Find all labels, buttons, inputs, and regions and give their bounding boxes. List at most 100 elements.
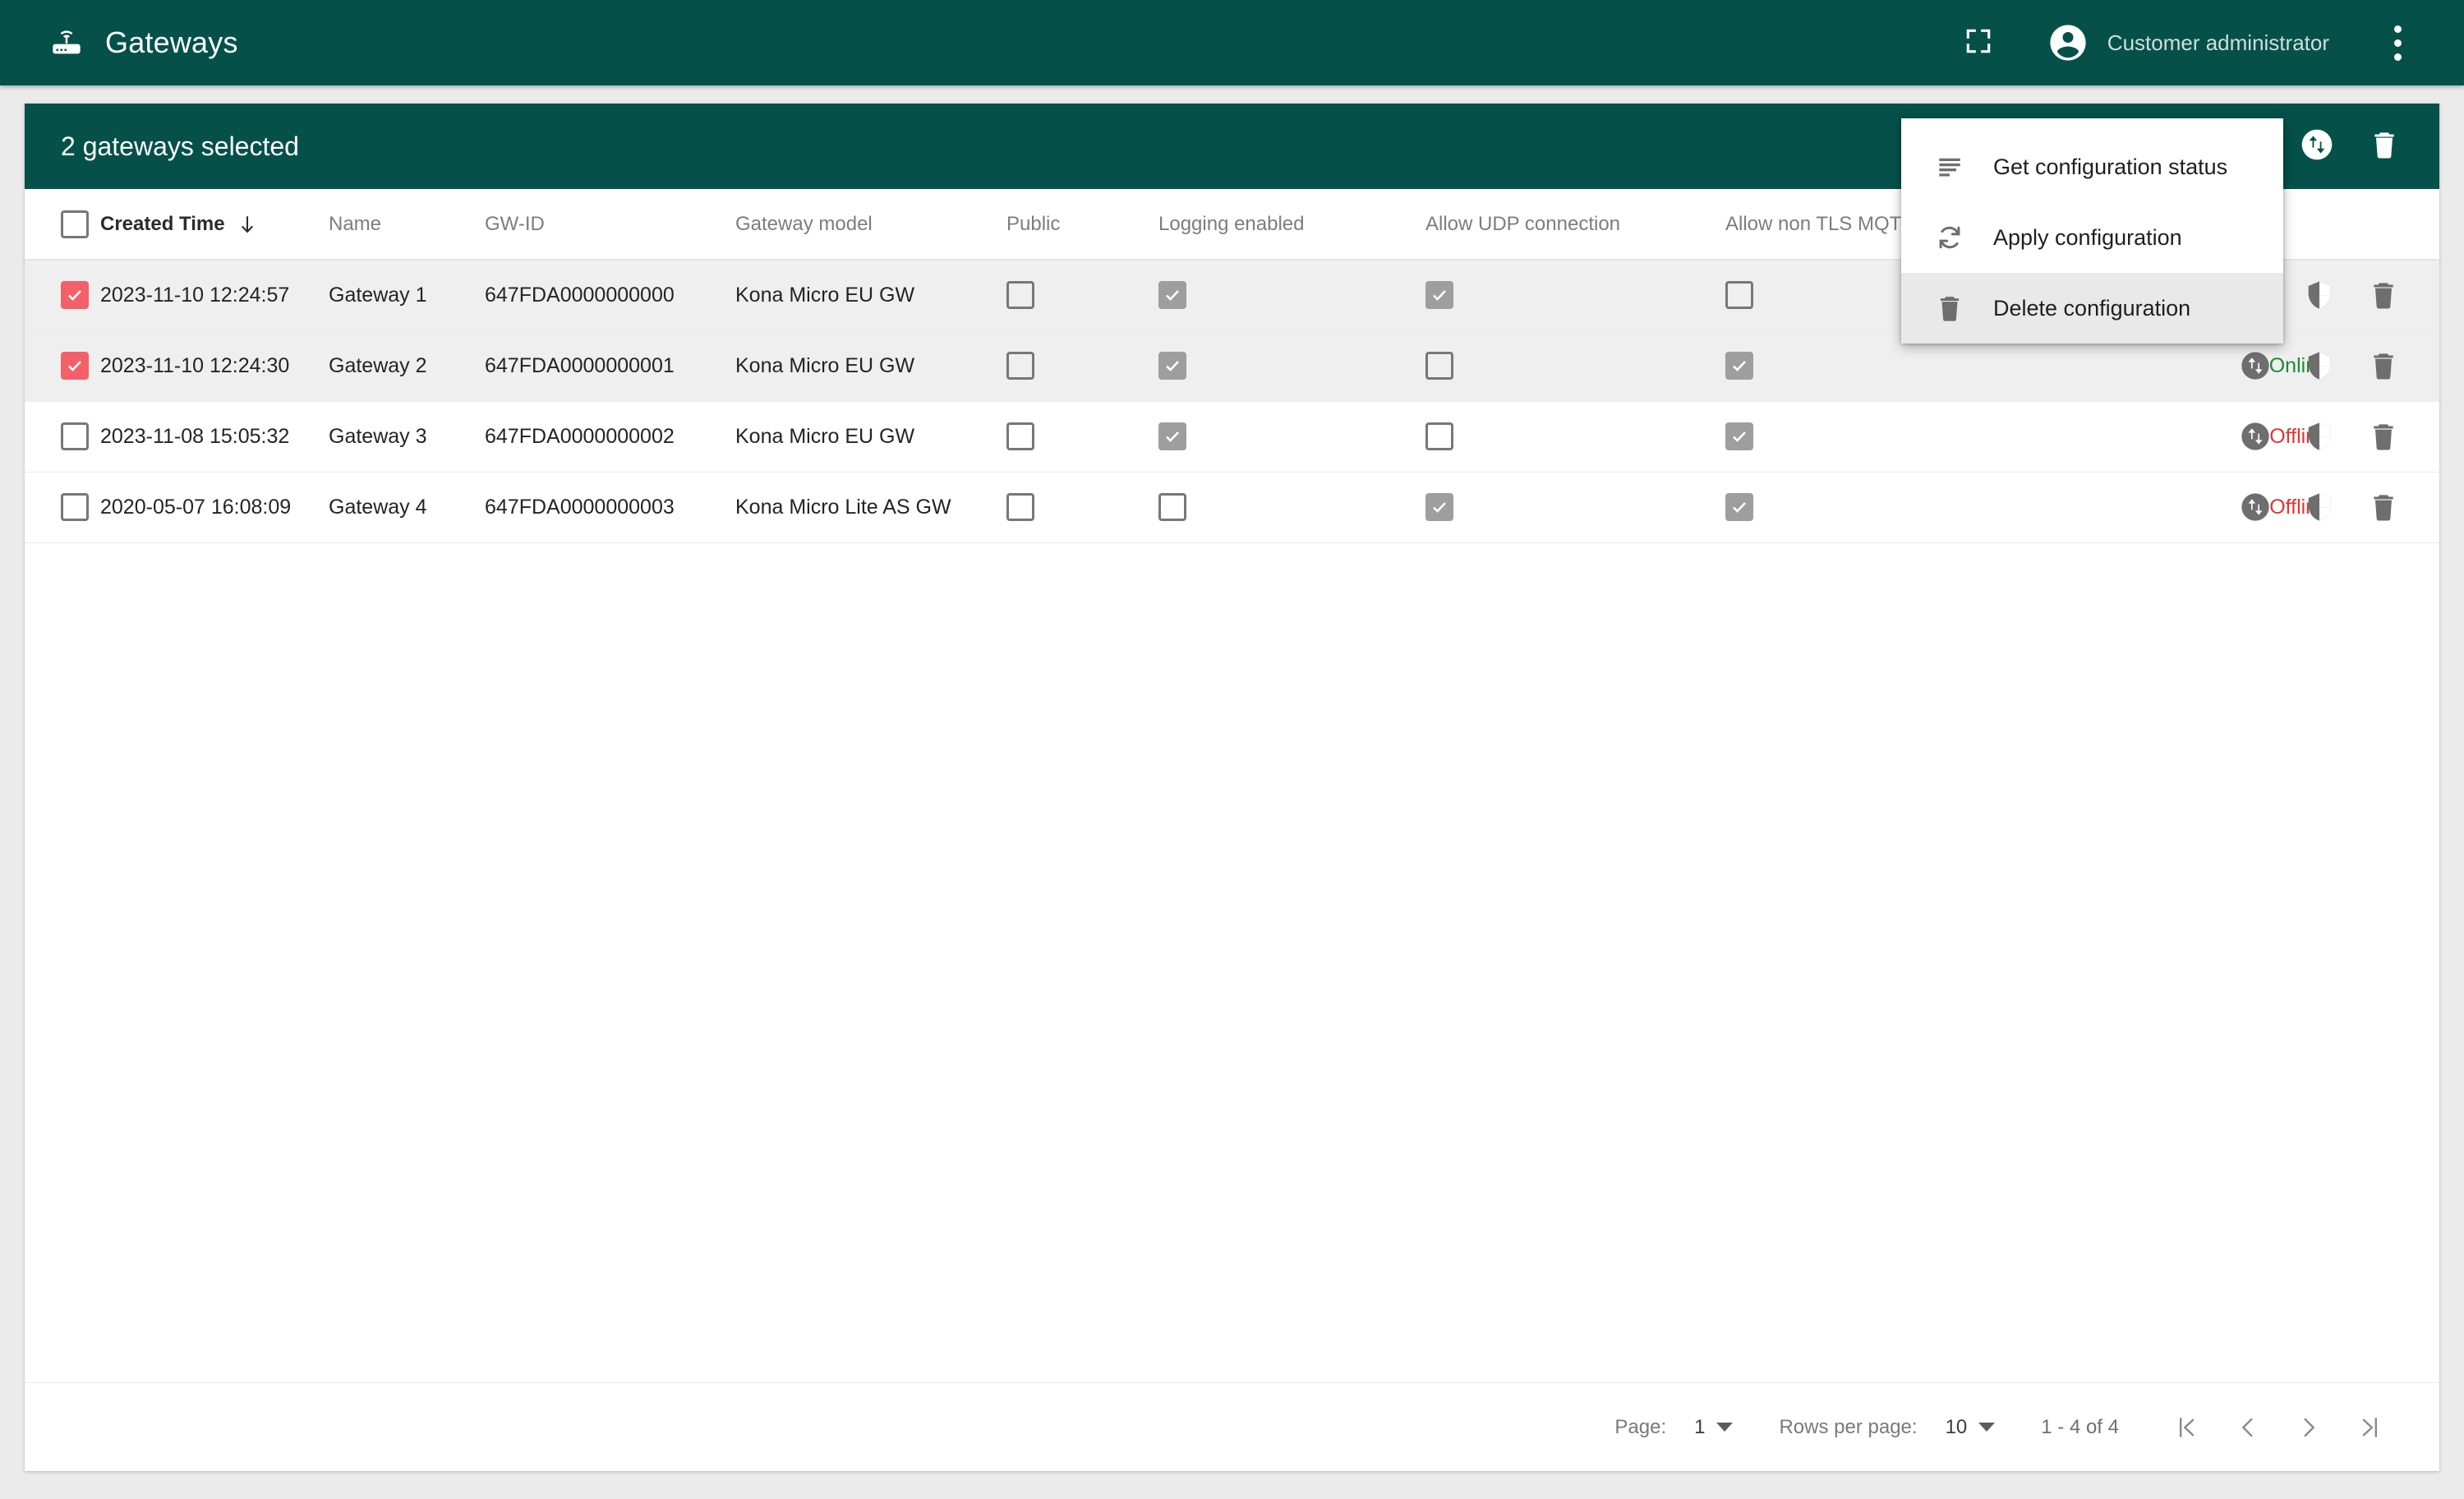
first-page-icon [2173,1414,2201,1441]
header-gateway-model-label: Gateway model [735,212,873,235]
header-logging-enabled-label: Logging enabled [1158,212,1305,235]
cell-public [1006,401,1158,473]
row-security-shield-icon[interactable] [2303,279,2336,311]
app-overflow-button[interactable] [2367,12,2428,73]
menu-item-get-configuration-status[interactable]: Get configuration status [1901,131,2283,202]
paginator: Page: 1 Rows per page: 10 1 - 4 of 4 [25,1382,2439,1471]
allow-udp-checkbox[interactable] [1425,352,1453,380]
menu-item-label: Delete configuration [1993,295,2191,321]
allow-udp-checkbox[interactable] [1425,493,1453,521]
public-checkbox[interactable] [1006,422,1034,450]
page-range-label: 1 - 4 of 4 [2041,1415,2119,1438]
router-icon [48,26,85,59]
table-row[interactable]: 2020-05-07 16:08:09 Gateway 4 647FDA0000… [25,472,2439,543]
header-logging-enabled[interactable]: Logging enabled [1158,189,1425,261]
toolbar-swap-button[interactable] [2290,119,2344,173]
header-gateway-model[interactable]: Gateway model [735,189,1006,261]
chevron-down-icon [1978,1423,1996,1432]
more-vert-icon [2393,25,2402,61]
row-select-cell [25,260,100,331]
table-row[interactable]: 2023-11-08 15:05:32 Gateway 3 647FDA0000… [25,401,2439,473]
fullscreen-button[interactable] [1948,12,2009,73]
toolbar-delete-button[interactable] [2357,119,2411,173]
row-security-shield-icon[interactable] [2303,349,2336,382]
public-checkbox[interactable] [1006,352,1034,380]
menu-item-label: Apply configuration [1993,224,2182,250]
app-header-left: Gateways [0,25,238,60]
rows-per-page-select[interactable]: 10 [1946,1416,1996,1439]
trash-icon [2368,128,2401,165]
cell-allow-non-tls-mqtt [1725,472,2087,543]
cell-gw-id: 647FDA0000000001 [485,330,735,402]
cell-actions [2241,330,2439,402]
last-page-icon [2356,1414,2383,1441]
cell-public [1006,472,1158,543]
app-header-right: Customer administrator [1948,12,2464,73]
allow-non-tls-mqtt-checkbox[interactable] [1725,281,1753,310]
cell-logging-enabled [1158,330,1425,402]
cell-public [1006,330,1158,402]
public-checkbox[interactable] [1006,281,1034,310]
header-name[interactable]: Name [329,189,485,261]
cell-actions [2241,401,2439,473]
last-page-button[interactable] [2339,1397,2400,1458]
sort-desc-arrow-icon [237,212,258,237]
menu-item-delete-configuration[interactable]: Delete configuration [1901,273,2283,344]
cell-allow-non-tls-mqtt [1725,401,2087,473]
configuration-context-menu: Get configuration status Apply configura… [1901,118,2283,344]
row-trash-icon[interactable] [2367,491,2400,523]
row-trash-icon[interactable] [2367,420,2400,453]
row-select-checkbox[interactable] [61,352,89,380]
header-allow-udp[interactable]: Allow UDP connection [1425,189,1725,261]
page-select[interactable]: 1 [1694,1416,1734,1439]
row-select-checkbox[interactable] [61,493,89,521]
allow-udp-checkbox[interactable] [1425,281,1453,310]
header-allow-udp-label: Allow UDP connection [1425,212,1621,235]
cell-gateway-model: Kona Micro EU GW [735,401,1006,473]
row-select-checkbox[interactable] [61,422,89,450]
cell-created-time: 2023-11-08 15:05:32 [100,401,329,473]
cell-logging-enabled [1158,472,1425,543]
next-page-button[interactable] [2278,1397,2339,1458]
row-swap-vert-circle-icon[interactable] [2239,491,2272,523]
user-menu[interactable]: Customer administrator [2047,21,2329,64]
logging-enabled-checkbox[interactable] [1158,493,1186,521]
allow-non-tls-mqtt-checkbox[interactable] [1725,493,1753,521]
cell-created-time: 2023-11-10 12:24:57 [100,260,329,331]
select-all-checkbox[interactable] [61,210,89,238]
row-select-cell [25,472,100,543]
sync-icon [1934,222,1965,253]
logging-enabled-checkbox[interactable] [1158,422,1186,450]
header-created-time[interactable]: Created Time [100,189,329,261]
row-security-shield-icon[interactable] [2303,420,2336,453]
trash-icon [1934,293,1965,324]
page-label: Page: [1614,1415,1667,1438]
cell-gw-id: 647FDA0000000000 [485,260,735,331]
row-swap-vert-circle-icon[interactable] [2239,420,2272,453]
row-trash-icon[interactable] [2367,349,2400,382]
first-page-button[interactable] [2157,1397,2218,1458]
cell-created-time: 2023-11-10 12:24:30 [100,330,329,402]
row-security-shield-icon[interactable] [2303,491,2336,523]
cell-gateway-model: Kona Micro EU GW [735,260,1006,331]
header-public[interactable]: Public [1006,189,1158,261]
prev-page-button[interactable] [2218,1397,2278,1458]
cell-status: Offline [2087,472,2333,543]
allow-non-tls-mqtt-checkbox[interactable] [1725,352,1753,380]
logging-enabled-checkbox[interactable] [1158,352,1186,380]
allow-udp-checkbox[interactable] [1425,422,1453,450]
header-gw-id[interactable]: GW-ID [485,189,735,261]
allow-non-tls-mqtt-checkbox[interactable] [1725,422,1753,450]
row-select-cell [25,330,100,402]
cell-name: Gateway 4 [329,472,485,543]
row-trash-icon[interactable] [2367,279,2400,311]
logging-enabled-checkbox[interactable] [1158,281,1186,310]
row-swap-vert-circle-icon[interactable] [2239,349,2272,382]
menu-item-apply-configuration[interactable]: Apply configuration [1901,202,2283,273]
cell-allow-udp [1425,401,1725,473]
rows-per-page-label: Rows per page: [1779,1415,1918,1438]
chevron-down-icon [1716,1423,1734,1432]
row-select-cell [25,401,100,473]
row-select-checkbox[interactable] [61,281,89,310]
public-checkbox[interactable] [1006,493,1034,521]
